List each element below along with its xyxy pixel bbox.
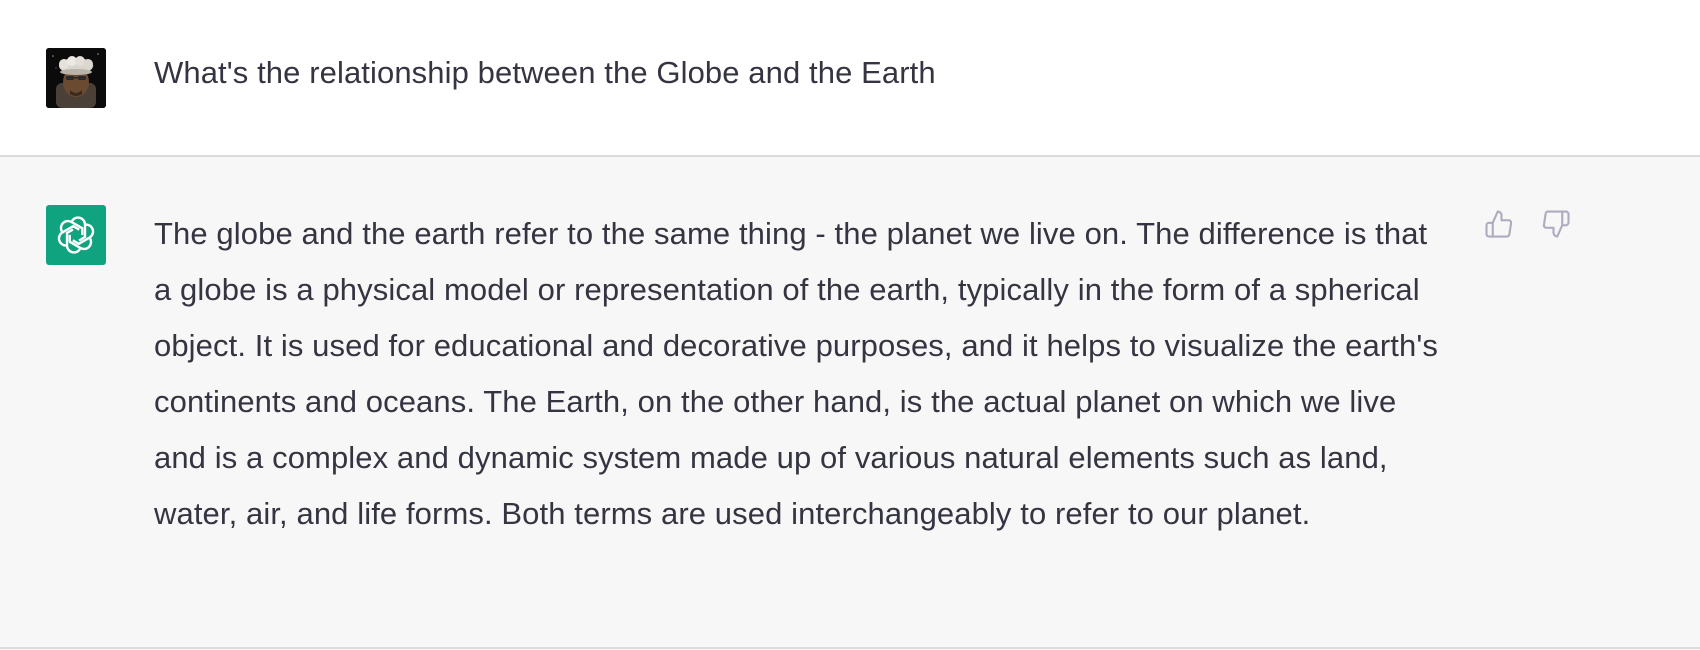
user-avatar (46, 48, 106, 108)
assistant-message-row: The globe and the earth refer to the sam… (0, 157, 1700, 650)
thumbs-down-button[interactable] (1539, 207, 1573, 241)
thumbs-down-icon (1542, 210, 1570, 238)
thumbs-up-button[interactable] (1482, 207, 1516, 241)
openai-logo-icon (56, 216, 96, 254)
assistant-message-text: The globe and the earth refer to the sam… (154, 216, 1438, 531)
user-message-row: What's the relationship between the Glob… (0, 0, 1700, 157)
assistant-avatar (46, 205, 106, 265)
user-message-text: What's the relationship between the Glob… (154, 55, 936, 90)
bottom-divider (0, 647, 1700, 649)
user-avatar-icon (46, 48, 106, 108)
thumbs-up-icon (1485, 210, 1513, 238)
